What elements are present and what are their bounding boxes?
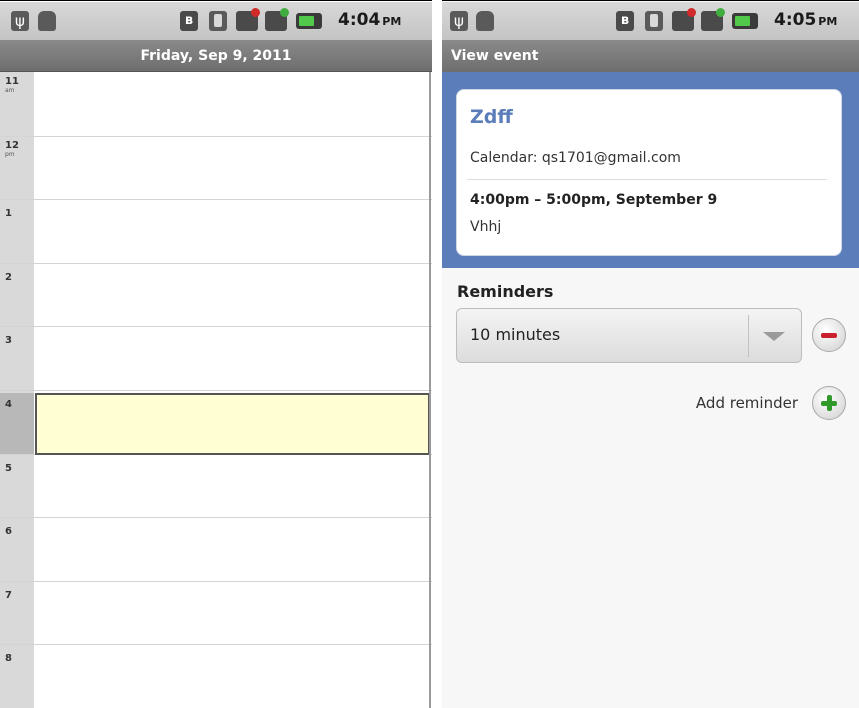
dropdown-arrow-icon[interactable]: [763, 332, 785, 341]
remove-reminder-button[interactable]: [812, 318, 846, 352]
hour-label: 3: [5, 335, 12, 346]
hour-line: [0, 390, 432, 391]
grid-right-border: [429, 72, 431, 708]
usb-icon: ψ: [450, 11, 468, 31]
reminder-value: 10 minutes: [470, 325, 561, 344]
hour-label: 11 am: [5, 76, 19, 94]
hour-label: 6: [5, 526, 12, 537]
event-location: Vhhj: [470, 219, 502, 235]
page-title: View event: [442, 40, 859, 72]
status-clock: 4:05 PM: [774, 10, 838, 30]
minus-icon: [821, 333, 837, 338]
battery-icon: [296, 13, 322, 29]
vibrate-icon: [645, 11, 663, 31]
android-debug-icon: [476, 11, 494, 31]
hour-line: [0, 581, 432, 582]
event-header: Zdff Calendar: qs1701@gmail.com 4:00pm –…: [442, 72, 859, 268]
hour-label: 5: [5, 463, 12, 474]
event-time: 4:00pm – 5:00pm, September 9: [470, 192, 718, 208]
event-calendar: Calendar: qs1701@gmail.com: [470, 150, 681, 166]
selected-time-slot[interactable]: [35, 393, 430, 455]
add-reminder-button[interactable]: [812, 386, 846, 420]
day-grid[interactable]: 11 am 12 pm 1 2 3 4 5 6 7 8: [0, 72, 432, 708]
day-title: Friday, Sep 9, 2011: [0, 40, 432, 72]
android-debug-icon: [38, 11, 56, 31]
spinner-separator: [748, 315, 749, 357]
day-view-screen: ψ ʙ 4:04 PM Friday, Sep 9, 2011 11 am 12 pm 1…: [0, 0, 432, 708]
reminders-label: Reminders: [457, 282, 554, 301]
hour-label: 12 pm: [5, 140, 19, 158]
hour-line: [0, 326, 432, 327]
hour-line: [0, 263, 432, 264]
hour-label: 2: [5, 272, 12, 283]
card-divider: [467, 179, 827, 180]
hour-label: 4: [5, 399, 12, 410]
bluetooth-icon: ʙ: [180, 11, 198, 31]
signal-alert-icon: [672, 8, 696, 31]
hour-label: 1: [5, 208, 12, 219]
event-card: Zdff Calendar: qs1701@gmail.com 4:00pm –…: [456, 89, 842, 256]
signal-alert-icon: [236, 8, 260, 31]
usb-icon: ψ: [11, 11, 29, 31]
vibrate-icon: [209, 11, 227, 31]
signal-icon: [265, 8, 289, 31]
battery-icon: [732, 13, 758, 29]
view-event-screen: ψ ʙ 4:05 PM View event Zdff Calendar: qs1…: [442, 0, 859, 708]
bluetooth-icon: ʙ: [616, 11, 634, 31]
hour-line: [0, 199, 432, 200]
top-rule: [442, 0, 859, 1]
reminder-spinner[interactable]: 10 minutes: [456, 308, 802, 363]
top-rule: [0, 0, 432, 1]
signal-icon: [701, 8, 725, 31]
add-reminder-label[interactable]: Add reminder: [696, 394, 798, 412]
status-bar: ψ ʙ 4:04 PM: [0, 2, 432, 40]
hour-line: [0, 136, 432, 137]
hour-label: 8: [5, 653, 12, 664]
event-title: Zdff: [470, 106, 513, 128]
hour-label: 7: [5, 590, 12, 601]
hour-line: [0, 517, 432, 518]
hour-line: [0, 644, 432, 645]
status-clock: 4:04 PM: [338, 10, 402, 30]
status-bar: ψ ʙ 4:05 PM: [442, 2, 859, 40]
